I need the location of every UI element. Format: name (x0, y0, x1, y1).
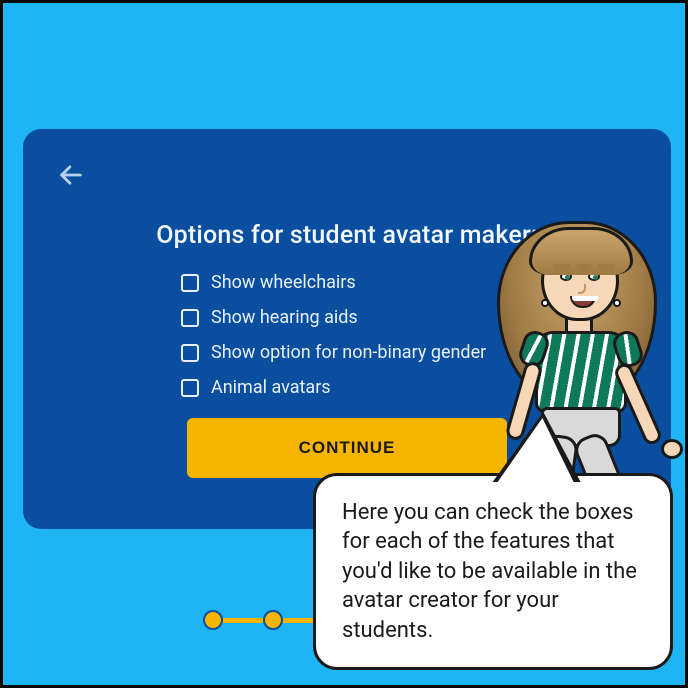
option-label: Animal avatars (211, 377, 331, 398)
option-label: Show hearing aids (211, 307, 358, 328)
back-arrow-icon[interactable] (57, 161, 85, 189)
help-text: Here you can check the boxes for each of… (342, 500, 637, 643)
help-speech-bubble: Here you can check the boxes for each of… (313, 473, 673, 670)
checkbox-icon[interactable] (181, 379, 199, 397)
option-label: Show option for non-binary gender (211, 342, 486, 363)
continue-button[interactable]: CONTINUE (187, 418, 507, 478)
checkbox-icon[interactable] (181, 344, 199, 362)
progress-dot-icon (263, 610, 283, 630)
progress-dot-icon (203, 610, 223, 630)
checkbox-icon[interactable] (181, 274, 199, 292)
checkbox-icon[interactable] (181, 309, 199, 327)
progress-indicator (203, 610, 323, 630)
option-label: Show wheelchairs (211, 272, 356, 293)
progress-line-icon (223, 618, 263, 623)
